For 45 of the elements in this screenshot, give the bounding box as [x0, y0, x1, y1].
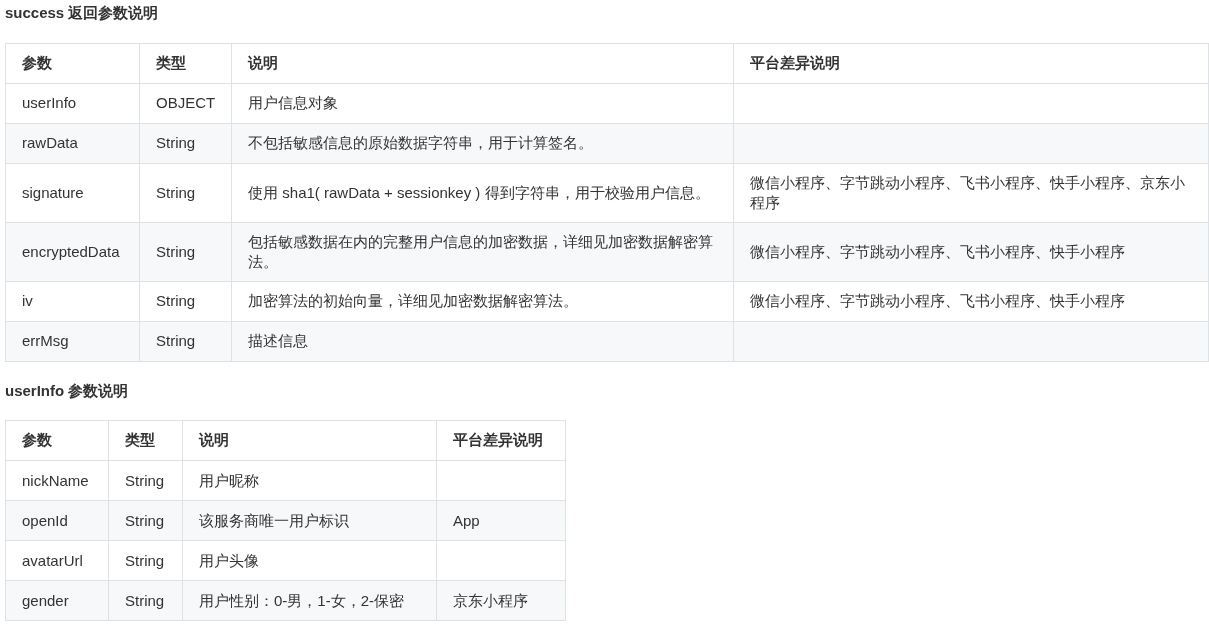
table-cell: openId [5, 500, 109, 541]
column-header: 平台差异说明 [436, 420, 566, 461]
table-cell: errMsg [5, 321, 140, 361]
table-cell: 加密算法的初始向量，详细见加密数据解密算法。 [231, 281, 734, 321]
table-cell: App [436, 500, 566, 541]
table-cell: String [139, 222, 232, 281]
table-cell: String [139, 281, 232, 321]
table-cell: String [108, 540, 183, 581]
column-header: 参数 [5, 420, 109, 461]
table-cell: 微信小程序、字节跳动小程序、飞书小程序、快手小程序 [733, 222, 1209, 281]
table-cell: nickName [5, 460, 109, 501]
table-cell: OBJECT [139, 83, 232, 123]
table-cell: 使用 sha1( rawData + sessionkey ) 得到字符串，用于校验用户信息。 [231, 163, 734, 222]
table-cell: 用户头像 [182, 540, 437, 581]
table-cell: 用户性别：0-男，1-女，2-保密 [182, 580, 437, 621]
column-header: 说明 [231, 43, 734, 83]
table-cell: signature [5, 163, 140, 222]
table-cell: String [108, 500, 183, 541]
section-heading: userInfo 参数说明 [5, 380, 129, 401]
table-cell: rawData [5, 123, 140, 163]
table-cell: String [108, 460, 183, 501]
table-cell: 描述信息 [231, 321, 734, 361]
column-header: 类型 [139, 43, 232, 83]
table-cell: iv [5, 281, 140, 321]
column-header: 参数 [5, 43, 140, 83]
column-header: 类型 [108, 420, 183, 461]
table-cell: String [139, 321, 232, 361]
table-cell: String [108, 580, 183, 621]
table-cell: 用户昵称 [182, 460, 437, 501]
column-header: 说明 [182, 420, 437, 461]
table-cell: gender [5, 580, 109, 621]
table-cell: 用户信息对象 [231, 83, 734, 123]
table-cell: 不包括敏感信息的原始数据字符串，用于计算签名。 [231, 123, 734, 163]
column-header: 平台差异说明 [733, 43, 1209, 83]
table-cell: userInfo [5, 83, 140, 123]
table-cell: 该服务商唯一用户标识 [182, 500, 437, 541]
table-cell: avatarUrl [5, 540, 109, 581]
table-cell: encryptedData [5, 222, 140, 281]
table-cell: String [139, 163, 232, 222]
table-cell: 京东小程序 [436, 580, 566, 621]
table-cell: 微信小程序、字节跳动小程序、飞书小程序、快手小程序 [733, 281, 1209, 321]
section-heading: success 返回参数说明 [5, 3, 159, 23]
table-cell: 微信小程序、字节跳动小程序、飞书小程序、快手小程序、京东小程序 [733, 163, 1209, 222]
table-cell: String [139, 123, 232, 163]
table-cell: 包括敏感数据在内的完整用户信息的加密数据，详细见加密数据解密算法。 [231, 222, 734, 281]
